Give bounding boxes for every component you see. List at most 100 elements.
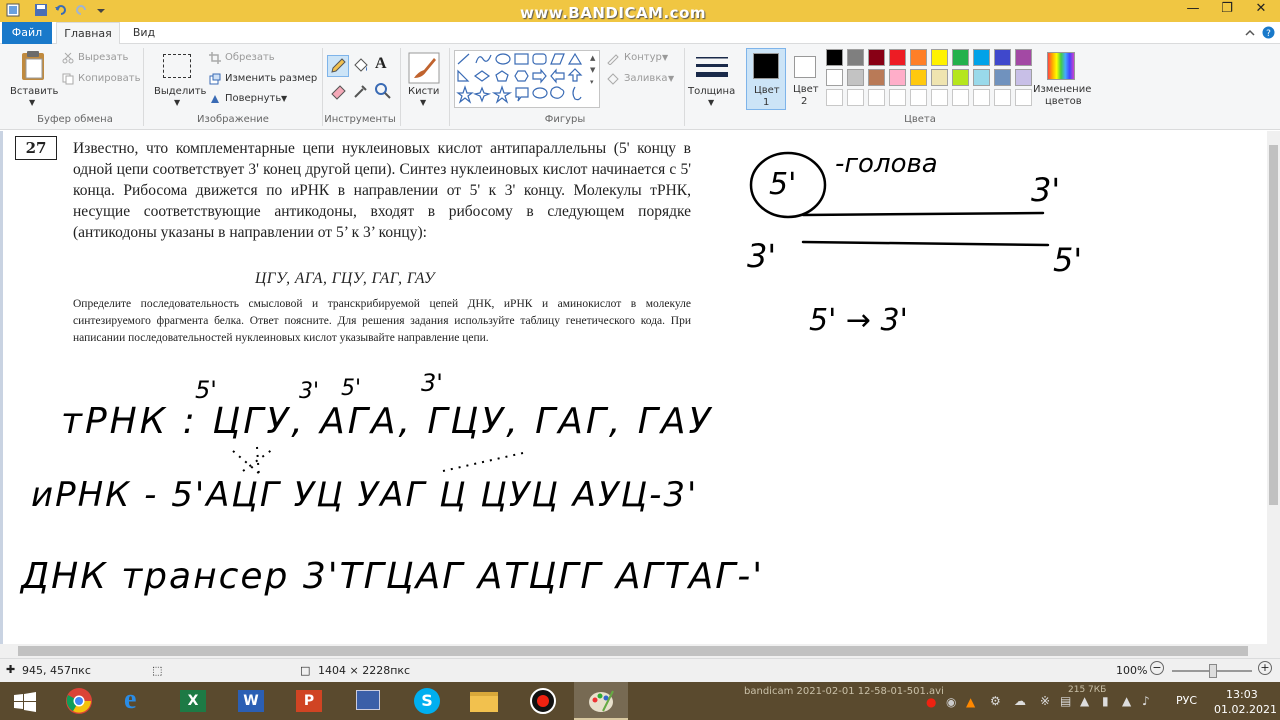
rotate-dropdown-icon[interactable]: ▼ <box>281 94 287 103</box>
tray-cloud-icon[interactable]: ☁ <box>1014 694 1026 708</box>
pencil-tool[interactable] <box>327 55 349 77</box>
palette-empty-slot[interactable] <box>910 89 927 106</box>
select-button[interactable]: Выделить ▼ <box>150 48 206 110</box>
crop-button[interactable]: Обрезать <box>225 52 275 63</box>
tab-home[interactable]: Главная <box>56 22 120 44</box>
palette-swatch[interactable] <box>994 69 1011 86</box>
taskbar-word[interactable]: W <box>226 682 280 720</box>
network-icon[interactable]: ▤ <box>1060 694 1071 708</box>
palette-empty-slot[interactable] <box>931 89 948 106</box>
shapes-gallery[interactable] <box>454 50 600 108</box>
horizontal-scrollbar[interactable] <box>0 644 1280 658</box>
drawing-canvas[interactable]: 27 Известно, что комплементарные цепи ну… <box>3 131 1267 644</box>
palette-swatch[interactable] <box>931 49 948 66</box>
close-button[interactable]: ✕ <box>1244 0 1278 20</box>
palette-swatch[interactable] <box>1015 49 1032 66</box>
taskbar-powerpoint[interactable]: P <box>284 682 338 720</box>
shapes-scroll[interactable]: ▲ ▼ ▾ <box>590 52 598 106</box>
palette-swatch[interactable] <box>847 69 864 86</box>
palette-empty-slot[interactable] <box>952 89 969 106</box>
zoom-slider-thumb[interactable] <box>1209 664 1217 678</box>
taskbar-file-explorer[interactable] <box>458 682 512 720</box>
outline-button[interactable]: Контур <box>624 52 662 63</box>
palette-swatch[interactable] <box>868 49 885 66</box>
resize-button[interactable]: Изменить размер <box>225 73 317 84</box>
palette-swatch[interactable] <box>973 69 990 86</box>
magnifier-icon[interactable] <box>374 82 392 100</box>
fill-button[interactable]: Заливка <box>624 73 668 84</box>
tab-file[interactable]: Файл <box>2 22 52 44</box>
start-button[interactable] <box>0 682 50 720</box>
tray-expand-icon[interactable]: ▲ <box>1080 694 1089 708</box>
thickness-button[interactable]: Толщина ▼ <box>688 48 738 110</box>
bluetooth-icon[interactable]: ※ <box>1040 694 1050 708</box>
color-picker-icon[interactable] <box>352 82 370 100</box>
fill-dropdown-icon[interactable]: ▼ <box>668 74 674 83</box>
maximize-button[interactable]: ❐ <box>1210 0 1244 20</box>
network-signal-icon[interactable]: ▲ <box>1122 694 1131 708</box>
clock-time[interactable]: 13:03 <box>1226 688 1258 701</box>
palette-swatch[interactable] <box>952 49 969 66</box>
paste-button[interactable]: Вставить ▼ <box>6 48 60 110</box>
palette-swatch[interactable] <box>931 69 948 86</box>
palette-swatch[interactable] <box>910 49 927 66</box>
vertical-scroll-thumb[interactable] <box>1269 145 1278 505</box>
taskbar-skype[interactable]: S <box>400 682 454 720</box>
zoom-out-button[interactable]: − <box>1150 661 1164 675</box>
help-icon[interactable]: ? <box>1262 26 1275 39</box>
input-language[interactable]: РУС <box>1176 694 1197 707</box>
palette-swatch[interactable] <box>910 69 927 86</box>
taskbar-chrome[interactable] <box>52 682 106 720</box>
taskbar-media-app[interactable] <box>342 682 396 720</box>
palette-swatch[interactable] <box>973 49 990 66</box>
brushes-button[interactable]: Кисти ▼ <box>404 48 444 110</box>
undo-icon[interactable] <box>54 3 68 17</box>
minimize-button[interactable]: — <box>1176 0 1210 20</box>
tray-flame-icon[interactable]: ▲ <box>966 695 975 709</box>
edit-colors-button[interactable]: Изменение цветов <box>1033 48 1091 110</box>
tray-app-icon[interactable]: ◉ <box>946 695 956 709</box>
zoom-in-button[interactable]: + <box>1258 661 1272 675</box>
collapse-ribbon-icon[interactable] <box>1244 27 1256 39</box>
eraser-tool-icon[interactable] <box>330 82 348 100</box>
cut-button[interactable]: Вырезать <box>78 52 128 63</box>
palette-swatch[interactable] <box>889 69 906 86</box>
volume-icon[interactable]: ♪ <box>1142 694 1150 708</box>
horizontal-scroll-thumb[interactable] <box>18 646 1248 656</box>
palette-swatch[interactable] <box>826 49 843 66</box>
tray-record-icon[interactable]: ● <box>926 695 936 709</box>
palette-empty-slot[interactable] <box>973 89 990 106</box>
tab-view[interactable]: Вид <box>124 22 164 44</box>
palette-empty-slot[interactable] <box>994 89 1011 106</box>
tray-settings-icon[interactable]: ⚙ <box>990 694 1001 708</box>
fill-tool-icon[interactable] <box>352 56 370 74</box>
battery-icon[interactable]: ▮ <box>1102 694 1109 708</box>
palette-empty-slot[interactable] <box>826 89 843 106</box>
save-icon[interactable] <box>34 3 48 17</box>
paint-app-icon[interactable] <box>6 3 20 17</box>
outline-dropdown-icon[interactable]: ▼ <box>662 53 668 62</box>
taskbar-paint[interactable] <box>574 682 628 720</box>
clock-date[interactable]: 01.02.2021 <box>1214 703 1277 716</box>
palette-swatch[interactable] <box>826 69 843 86</box>
copy-button[interactable]: Копировать <box>78 73 140 84</box>
text-tool-icon[interactable]: A <box>375 55 387 73</box>
customize-quick-access-icon[interactable] <box>94 3 108 17</box>
palette-swatch[interactable] <box>952 69 969 86</box>
palette-swatch[interactable] <box>847 49 864 66</box>
taskbar-excel[interactable]: X <box>168 682 222 720</box>
palette-swatch[interactable] <box>868 69 885 86</box>
taskbar-internet-explorer[interactable]: e <box>110 682 164 720</box>
palette-empty-slot[interactable] <box>868 89 885 106</box>
palette-swatch[interactable] <box>889 49 906 66</box>
palette-empty-slot[interactable] <box>889 89 906 106</box>
color1-button[interactable]: Цвет 1 <box>746 48 786 110</box>
taskbar-bandicam[interactable] <box>516 682 570 720</box>
redo-icon[interactable] <box>74 3 88 17</box>
palette-empty-slot[interactable] <box>1015 89 1032 106</box>
palette-empty-slot[interactable] <box>847 89 864 106</box>
vertical-scrollbar[interactable] <box>1267 131 1280 644</box>
palette-swatch[interactable] <box>1015 69 1032 86</box>
rotate-button[interactable]: Повернуть <box>225 93 281 104</box>
color2-button[interactable]: Цвет 2 <box>788 48 824 110</box>
